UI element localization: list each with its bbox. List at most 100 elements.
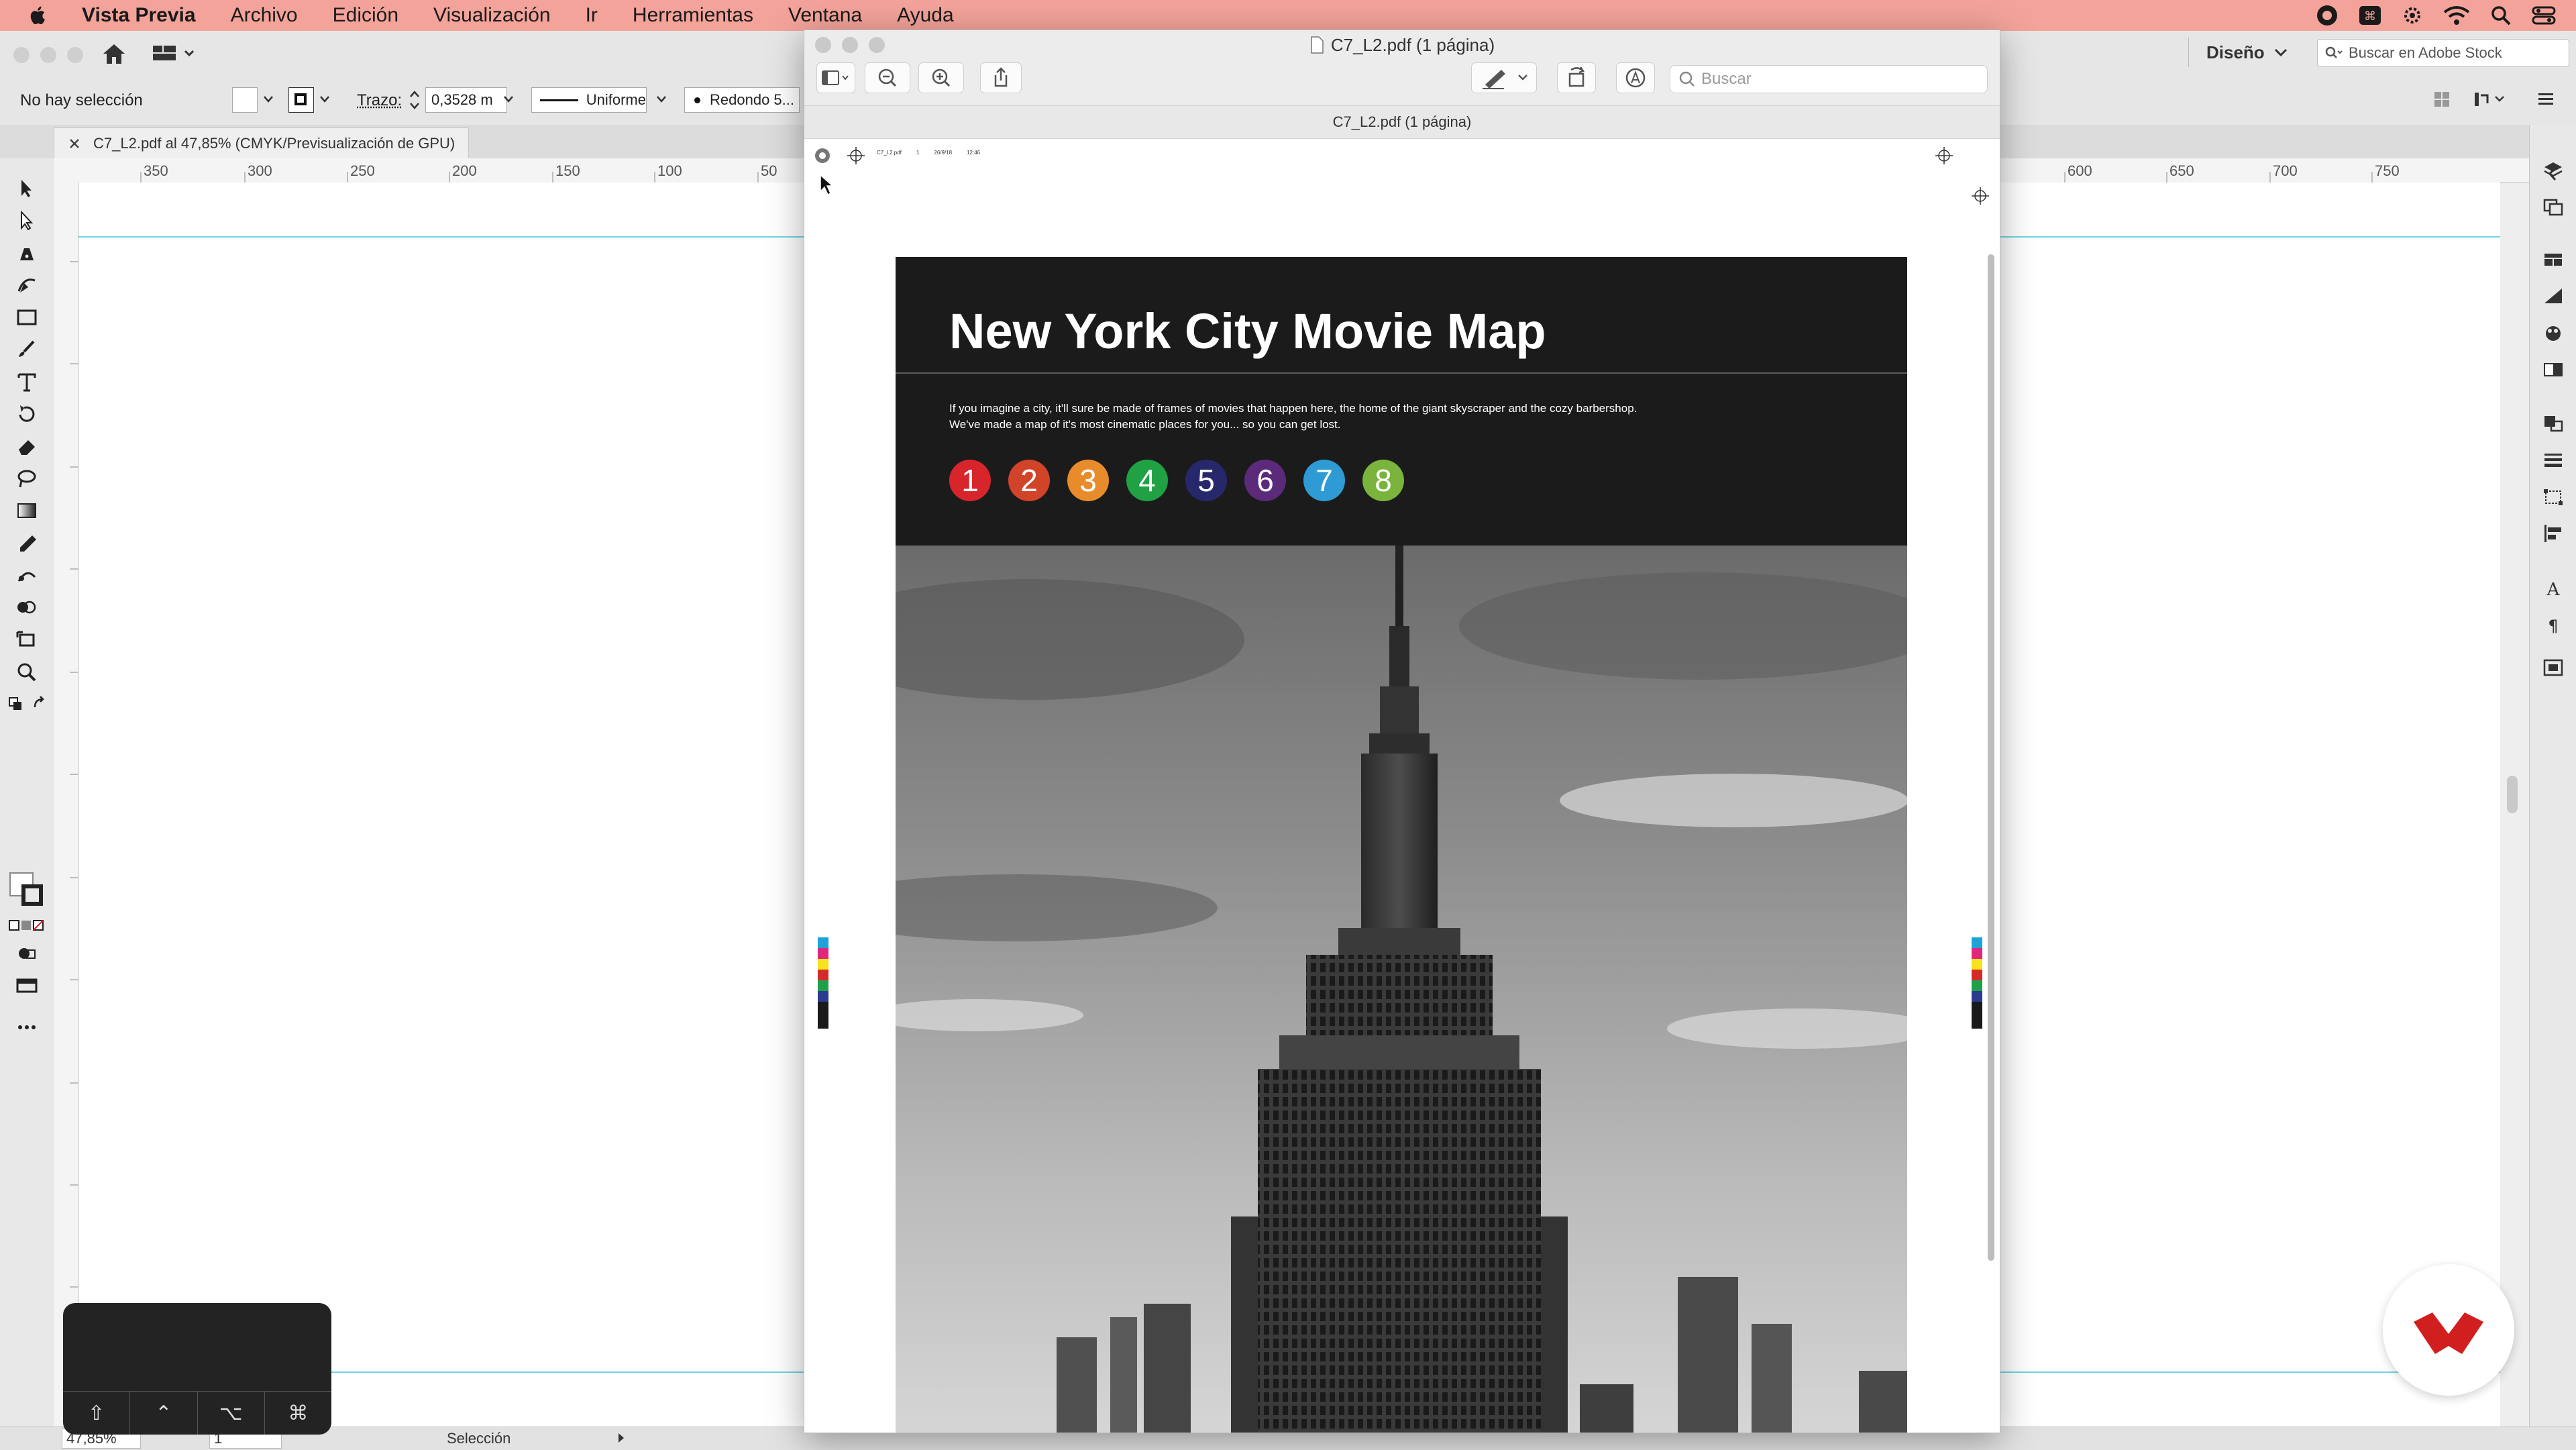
draw-mode-icon[interactable] xyxy=(15,943,39,964)
chevron-down-icon[interactable] xyxy=(263,95,274,103)
menu-ventana[interactable]: Ventana xyxy=(788,4,862,27)
artboards-icon[interactable] xyxy=(2542,197,2565,217)
menu-app-name[interactable]: Vista Previa xyxy=(82,4,196,27)
stroke-color-swatch[interactable] xyxy=(21,884,43,906)
stroke-stepper-icon[interactable] xyxy=(408,89,421,111)
menu-ayuda[interactable]: Ayuda xyxy=(897,4,954,27)
brush-dot-icon xyxy=(694,97,700,103)
preview-title: C7_L2.pdf (1 página) xyxy=(804,33,2000,57)
zoom-tool-icon[interactable] xyxy=(15,662,39,682)
ruler-label: 350 xyxy=(144,162,168,179)
arrange-documents-icon[interactable] xyxy=(152,43,200,64)
wifi-icon[interactable] xyxy=(2443,5,2470,25)
transform-panel-icon[interactable] xyxy=(2542,487,2565,507)
home-icon[interactable] xyxy=(101,42,127,66)
apple-menu-icon[interactable] xyxy=(27,4,50,27)
color-bar-left xyxy=(818,937,828,1029)
tools-panel xyxy=(0,158,54,1427)
properties-icon[interactable] xyxy=(2542,286,2565,306)
pathfinder-icon[interactable] xyxy=(2542,413,2565,433)
stroke-swatch[interactable] xyxy=(288,87,314,113)
subway-line-badge-4: 4 xyxy=(1126,460,1168,501)
control-center-icon[interactable] xyxy=(2532,5,2556,25)
search-icon[interactable] xyxy=(2490,5,2512,26)
eraser-tool-icon[interactable] xyxy=(15,436,39,456)
menu-ir[interactable]: Ir xyxy=(586,4,598,27)
window-minimize-button[interactable] xyxy=(40,47,56,63)
fill-swatch[interactable] xyxy=(232,87,258,113)
zoom-out-button[interactable] xyxy=(865,62,910,93)
window-close-button[interactable] xyxy=(13,47,30,63)
chevron-down-icon[interactable] xyxy=(656,95,667,103)
share-button[interactable] xyxy=(980,62,1022,93)
brush-definition[interactable]: Redondo 5... xyxy=(684,87,800,113)
stroke-weight-input[interactable]: 0,3528 m xyxy=(425,87,507,113)
gradient-tool-icon[interactable] xyxy=(15,501,39,521)
stroke-panel-icon[interactable] xyxy=(2542,450,2565,470)
screen-mode-icon[interactable] xyxy=(15,976,39,996)
character-icon[interactable]: A xyxy=(2542,578,2565,599)
menu-edicion[interactable]: Edición xyxy=(333,4,398,27)
pdf-page-view[interactable]: C7_L2.pdf 1 26/9/18 12:46 New York City … xyxy=(804,139,2000,1433)
menu-lines-icon[interactable] xyxy=(2537,91,2555,107)
selection-status: No hay selección xyxy=(20,91,143,109)
brand-logo-mark xyxy=(2414,1312,2483,1354)
color-mode-icon[interactable] xyxy=(7,917,47,937)
menu-archivo[interactable]: Archivo xyxy=(231,4,298,27)
color-icon[interactable] xyxy=(2542,323,2565,344)
paragraph-icon[interactable]: ¶ xyxy=(2542,615,2565,635)
workspace-switcher[interactable]: Diseño xyxy=(2188,38,2314,67)
direct-selection-tool-icon[interactable] xyxy=(15,211,39,231)
registration-mark-icon xyxy=(1935,147,1953,164)
blend-tool-icon[interactable] xyxy=(15,565,39,585)
document-tab[interactable]: C7_L2.pdf al 47,85% (CMYK/Previsualizaci… xyxy=(54,127,470,159)
transform-icon[interactable] xyxy=(2473,90,2508,109)
annotate-button[interactable] xyxy=(1616,62,1655,93)
eyedropper-tool-icon[interactable] xyxy=(15,533,39,553)
menu-herramientas[interactable]: Herramientas xyxy=(633,4,753,27)
menu-visualizacion[interactable]: Visualización xyxy=(433,4,551,27)
paintbrush-tool-icon[interactable] xyxy=(15,340,39,360)
lasso-tool-icon[interactable] xyxy=(15,468,39,488)
gradient-panel-icon[interactable] xyxy=(2542,360,2565,380)
poster-header: New York City Movie Map If you imagine a… xyxy=(896,257,1907,546)
markup-button[interactable] xyxy=(1471,62,1537,93)
rectangle-tool-icon[interactable] xyxy=(15,307,39,327)
layers-icon[interactable] xyxy=(2542,160,2565,180)
rotate-button[interactable] xyxy=(1557,62,1596,93)
type-tool-icon[interactable] xyxy=(15,372,39,392)
workspace-label: Diseño xyxy=(2206,42,2265,62)
adobe-stock-search[interactable]: Buscar en Adobe Stock xyxy=(2317,39,2569,67)
crop-info-date: 26/9/18 xyxy=(934,150,953,156)
zoom-in-button[interactable] xyxy=(918,62,964,93)
preview-search-field[interactable]: Buscar xyxy=(1670,65,1988,93)
pen-tool-icon[interactable] xyxy=(15,243,39,263)
rotate-tool-icon[interactable] xyxy=(15,404,39,424)
swap-fill-stroke-icon[interactable] xyxy=(7,694,47,714)
variable-width-profile[interactable]: Uniforme xyxy=(531,87,647,113)
shape-builder-tool-icon[interactable] xyxy=(15,597,39,617)
settings-icon[interactable] xyxy=(2402,5,2423,26)
curvature-tool-icon[interactable] xyxy=(15,275,39,295)
align-icon[interactable] xyxy=(2542,523,2565,543)
selection-tool-icon[interactable] xyxy=(15,178,39,199)
asset-export-icon[interactable] xyxy=(2542,658,2565,678)
preview-vertical-scrollbar-thumb[interactable] xyxy=(1988,254,1994,1261)
subway-line-badge-3: 3 xyxy=(1067,460,1109,501)
artboard-tool-icon[interactable] xyxy=(15,629,39,650)
status-menu-arrow-icon[interactable] xyxy=(616,1431,627,1445)
record-icon[interactable] xyxy=(2316,4,2339,27)
poster-title: New York City Movie Map xyxy=(949,303,1546,359)
color-swatch xyxy=(818,991,828,1002)
window-zoom-button[interactable] xyxy=(67,47,83,63)
command-icon[interactable]: ⌘ xyxy=(2359,5,2381,25)
chevron-down-icon[interactable] xyxy=(319,95,330,103)
more-tools-icon[interactable] xyxy=(15,1017,39,1037)
libraries-icon[interactable] xyxy=(2542,250,2565,270)
chevron-down-icon[interactable] xyxy=(503,95,514,103)
artboard-grid-icon[interactable] xyxy=(2432,90,2451,109)
sidebar-toggle-button[interactable] xyxy=(816,62,855,93)
close-icon[interactable] xyxy=(68,137,81,150)
color-swatch xyxy=(1972,937,1982,948)
canvas-vertical-scrollbar-thumb[interactable] xyxy=(2507,776,2518,813)
